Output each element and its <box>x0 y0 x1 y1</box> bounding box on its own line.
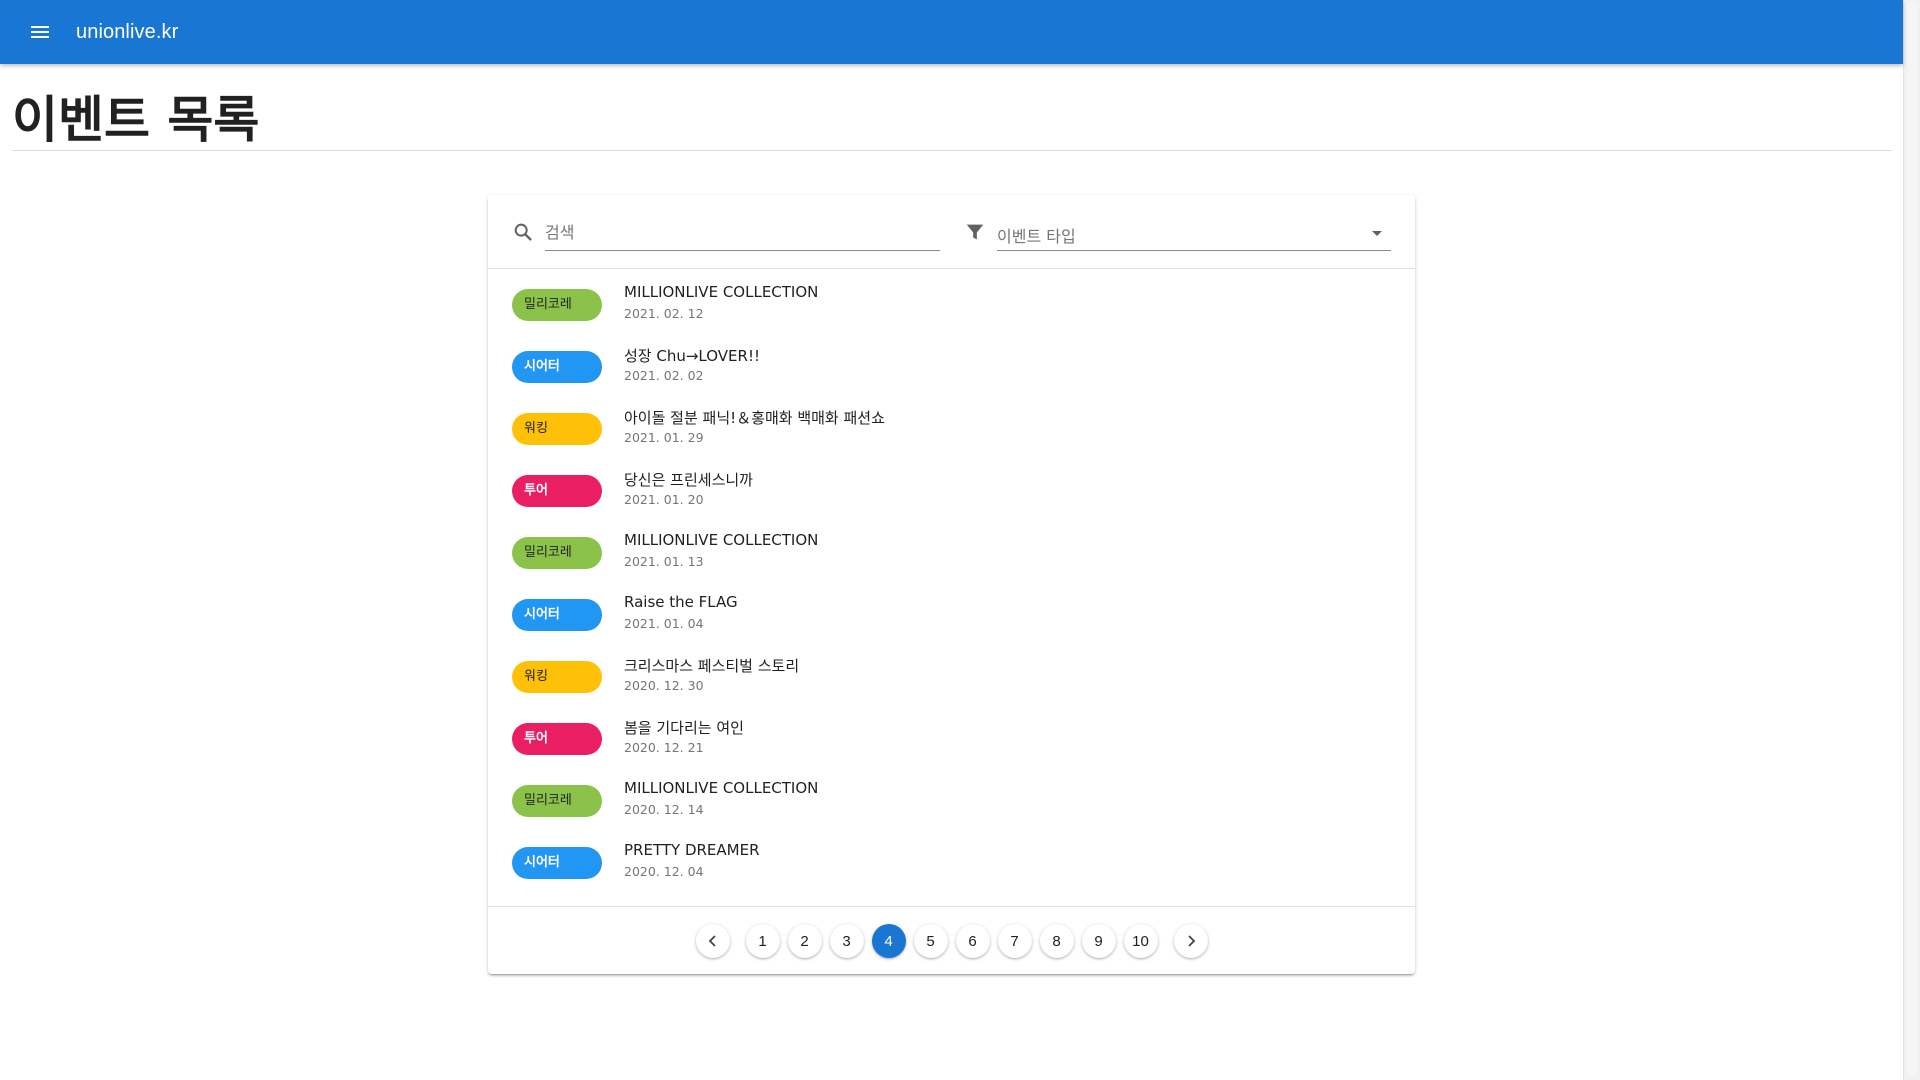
event-item[interactable]: 시어터 Raise the FLAG 2021. 01. 04 <box>488 587 1415 649</box>
event-date: 2021. 01. 29 <box>624 430 704 445</box>
event-date: 2020. 12. 30 <box>624 678 704 693</box>
page-button-4-current[interactable]: 4 <box>871 924 906 958</box>
event-title: 봄을 기다리는 여인 <box>624 719 744 737</box>
event-type-badge: 시어터 <box>512 847 602 879</box>
event-title: 성장 Chu→LOVER!! <box>624 347 760 365</box>
chevron-right-icon <box>1187 935 1195 947</box>
event-date: 2020. 12. 04 <box>624 864 704 879</box>
event-date: 2021. 02. 02 <box>624 368 704 383</box>
menu-icon <box>31 26 49 38</box>
filter-icon <box>966 224 984 240</box>
page-button-9[interactable]: 9 <box>1081 924 1116 958</box>
event-type-badge: 밀리코레 <box>512 289 602 321</box>
event-item[interactable]: 밀리코레 MILLIONLIVE COLLECTION 2021. 02. 12 <box>488 277 1415 339</box>
prev-page-button[interactable] <box>695 924 730 958</box>
event-date: 2021. 02. 12 <box>624 306 704 321</box>
event-type-badge: 시어터 <box>512 599 602 631</box>
event-date: 2021. 01. 13 <box>624 554 704 569</box>
pagination-area: 1 2 3 4 5 6 7 8 9 10 <box>488 906 1415 974</box>
filter-bar: 이벤트 타입 <box>488 195 1415 269</box>
event-type-badge: 투어 <box>512 475 602 507</box>
page-root: unionlive.kr 이벤트 목록 이벤트 타입 <box>0 0 1920 1080</box>
event-type-badge: 투어 <box>512 723 602 755</box>
page-button-3[interactable]: 3 <box>829 924 864 958</box>
event-item[interactable]: 밀리코레 MILLIONLIVE COLLECTION 2021. 01. 13 <box>488 525 1415 587</box>
event-item[interactable]: 투어 당신은 프린세스니까 2021. 01. 20 <box>488 463 1415 525</box>
event-type-select[interactable]: 이벤트 타입 <box>964 213 1391 253</box>
search-field <box>512 213 940 253</box>
dropdown-arrow-icon[interactable] <box>1371 227 1383 239</box>
page-button-7[interactable]: 7 <box>997 924 1032 958</box>
event-date: 2021. 01. 20 <box>624 492 704 507</box>
page-button-10[interactable]: 10 <box>1123 924 1158 958</box>
menu-button[interactable] <box>16 8 64 56</box>
event-type-badge: 워킹 <box>512 661 602 693</box>
chevron-left-icon <box>708 935 716 947</box>
event-title: 아이돌 절분 패닉!＆홍매화 백매화 패션쇼 <box>624 409 885 427</box>
event-type-badge: 밀리코레 <box>512 785 602 817</box>
search-underline <box>545 250 940 251</box>
event-type-badge: 밀리코레 <box>512 537 602 569</box>
page-button-5[interactable]: 5 <box>913 924 948 958</box>
event-item[interactable]: 밀리코레 MILLIONLIVE COLLECTION 2020. 12. 14 <box>488 773 1415 835</box>
event-type-underline <box>997 250 1391 251</box>
event-item[interactable]: 투어 봄을 기다리는 여인 2020. 12. 21 <box>488 711 1415 773</box>
event-title: 크리스마스 페스티벌 스토리 <box>624 657 800 675</box>
event-type-badge: 워킹 <box>512 413 602 445</box>
event-list-card: 이벤트 타입 밀리코레 MILLIONLIVE COLLECTION 2021.… <box>488 195 1415 974</box>
event-date: 2020. 12. 14 <box>624 802 704 817</box>
event-type-badge: 시어터 <box>512 351 602 383</box>
event-item[interactable]: 워킹 크리스마스 페스티벌 스토리 2020. 12. 30 <box>488 649 1415 711</box>
event-type-placeholder: 이벤트 타입 <box>997 227 1076 246</box>
event-date: 2021. 01. 04 <box>624 616 704 631</box>
event-title: Raise the FLAG <box>624 593 738 611</box>
event-title: PRETTY DREAMER <box>624 841 760 859</box>
event-item[interactable]: 워킹 아이돌 절분 패닉!＆홍매화 백매화 패션쇼 2021. 01. 29 <box>488 401 1415 463</box>
page-button-1[interactable]: 1 <box>745 924 780 958</box>
scrollbar-thumb[interactable] <box>1907 2 1917 1076</box>
page-title: 이벤트 목록 <box>12 91 260 149</box>
event-title: 당신은 프린세스니까 <box>624 471 753 489</box>
search-input[interactable] <box>545 217 940 247</box>
search-icon <box>514 223 532 241</box>
event-item[interactable]: 시어터 성장 Chu→LOVER!! 2021. 02. 02 <box>488 339 1415 401</box>
event-title: MILLIONLIVE COLLECTION <box>624 531 819 549</box>
title-divider <box>12 150 1892 151</box>
pagination: 1 2 3 4 5 6 7 8 9 10 <box>488 923 1415 959</box>
page-button-2[interactable]: 2 <box>787 924 822 958</box>
event-list: 밀리코레 MILLIONLIVE COLLECTION 2021. 02. 12… <box>488 277 1415 897</box>
app-bar: unionlive.kr <box>0 0 1903 64</box>
vertical-scrollbar[interactable] <box>1903 0 1920 1080</box>
next-page-button[interactable] <box>1173 924 1208 958</box>
event-item[interactable]: 시어터 PRETTY DREAMER 2020. 12. 04 <box>488 835 1415 897</box>
event-title: MILLIONLIVE COLLECTION <box>624 779 819 797</box>
page-button-6[interactable]: 6 <box>955 924 990 958</box>
page-button-8[interactable]: 8 <box>1039 924 1074 958</box>
event-title: MILLIONLIVE COLLECTION <box>624 283 819 301</box>
event-date: 2020. 12. 21 <box>624 740 704 755</box>
app-title[interactable]: unionlive.kr <box>76 21 178 44</box>
